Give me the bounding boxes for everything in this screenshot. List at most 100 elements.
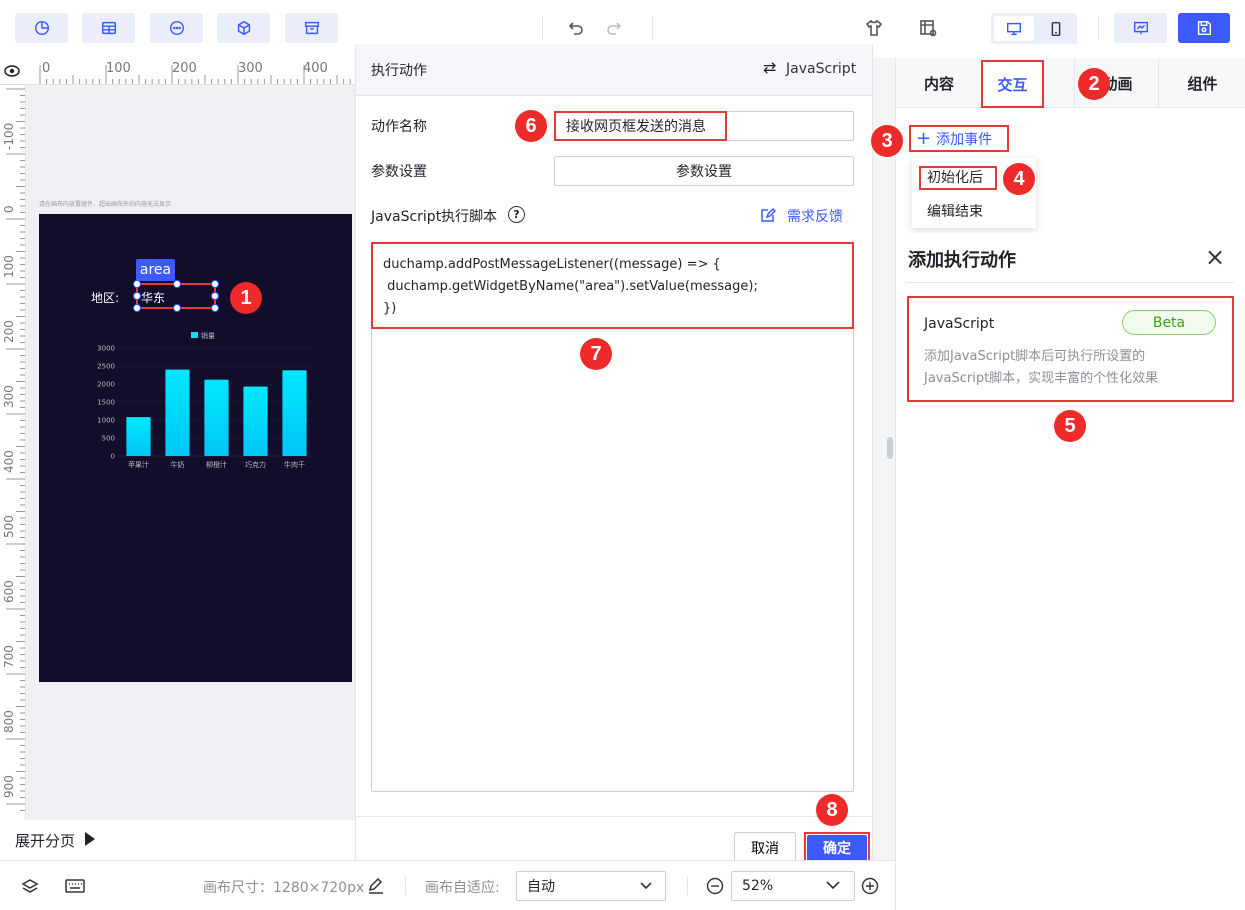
script-editor[interactable]: duchamp.addPostMessageListener((message)…: [371, 242, 854, 792]
table-icon[interactable]: [82, 13, 135, 43]
chart-icon[interactable]: [15, 13, 68, 43]
action-name-label: 动作名称: [371, 119, 427, 135]
script-label: JavaScript执行脚本: [371, 209, 498, 225]
caret-right-icon[interactable]: [85, 832, 95, 846]
y-tick-label: 0: [111, 453, 115, 461]
theme-icon[interactable]: [860, 14, 888, 42]
expand-pages-bar[interactable]: 展开分页: [0, 820, 355, 860]
resize-handle[interactable]: [133, 280, 141, 288]
desktop-icon[interactable]: [994, 16, 1034, 41]
zoom-out-icon[interactable]: [706, 877, 724, 895]
switch-icon[interactable]: ⇄: [763, 58, 776, 77]
legend-label: 销量: [201, 331, 215, 340]
resize-handle[interactable]: [211, 304, 219, 312]
resize-handle[interactable]: [173, 280, 181, 288]
more-icon[interactable]: [150, 13, 203, 43]
x-tick-label: 苹果汁: [128, 460, 149, 469]
resize-handle[interactable]: [211, 280, 219, 288]
step-marker-2: 2: [1078, 68, 1110, 100]
x-tick-label: 牛肉干: [284, 460, 305, 469]
ruler-label: 400: [2, 450, 16, 473]
y-tick-label: 500: [102, 435, 115, 443]
zoom-value: 52%: [742, 878, 774, 894]
cancel-button[interactable]: 取消: [734, 832, 796, 863]
tab-component[interactable]: 组件: [1158, 58, 1245, 108]
tab-interaction[interactable]: 交互: [981, 60, 1044, 108]
menu-item-after-init[interactable]: 初始化后: [919, 166, 997, 190]
action-name-input[interactable]: 接收网页框发送的消息: [554, 111, 854, 141]
resize-handle[interactable]: [133, 292, 141, 300]
feedback-link[interactable]: 需求反馈: [787, 206, 843, 226]
javascript-action-card[interactable]: JavaScript Beta 添加JavaScript脚本后可执行所设置的 J…: [907, 296, 1234, 402]
ruler-label: 200: [172, 61, 197, 76]
step-marker-1: 1: [230, 282, 262, 314]
save-icon[interactable]: [1178, 13, 1230, 43]
ruler-label: 300: [238, 61, 263, 76]
ruler-label: 700: [2, 645, 16, 668]
bar: [126, 417, 151, 456]
add-event-button[interactable]: + 添加事件: [909, 125, 1009, 152]
dashboard-canvas[interactable]: area 地区: 华东 1 销量 3000 2500 2000 1500 1000 500 0…: [39, 214, 352, 682]
step-marker-3: 3: [871, 125, 903, 157]
legend-swatch: [191, 332, 198, 338]
tab-content[interactable]: 内容: [896, 58, 982, 108]
keyboard-icon[interactable]: [65, 878, 85, 896]
script-code-block: duchamp.addPostMessageListener((message)…: [371, 242, 854, 329]
expand-pages-label: 展开分页: [15, 832, 76, 850]
ruler-label: 500: [2, 515, 16, 538]
step-marker-4: 4: [1003, 163, 1035, 195]
vertical-ruler: -100 0 100 200 300 400 500 600 700 800 9…: [0, 85, 26, 820]
y-tick-label: 3000: [97, 345, 115, 353]
resize-handle[interactable]: [133, 304, 141, 312]
splitter-handle[interactable]: [887, 437, 893, 459]
section-divider: [906, 282, 1234, 283]
bar: [204, 379, 229, 456]
zoom-select[interactable]: 52%: [731, 871, 855, 901]
undo-icon[interactable]: [561, 14, 589, 42]
mobile-icon[interactable]: [1037, 16, 1074, 41]
close-icon[interactable]: ×: [1205, 243, 1225, 271]
action-name-value: 接收网页框发送的消息: [554, 111, 727, 141]
layers-icon[interactable]: [20, 877, 40, 897]
confirm-button[interactable]: 确定: [807, 835, 867, 861]
step-marker-8: 8: [816, 794, 848, 826]
code-line: duchamp.addPostMessageListener((message)…: [383, 257, 721, 272]
resize-handle[interactable]: [211, 292, 219, 300]
archive-icon[interactable]: [285, 13, 338, 43]
region-select-widget[interactable]: 华东: [133, 280, 219, 312]
menu-item-edit-end[interactable]: 编辑结束: [927, 201, 983, 221]
zoom-in-icon[interactable]: [861, 877, 879, 895]
chevron-down-icon: [826, 878, 840, 896]
ruler-label: 300: [2, 385, 16, 408]
param-label: 参数设置: [371, 164, 427, 180]
code-line: }): [383, 301, 397, 316]
toolbar-divider: [652, 16, 653, 40]
preview-icon[interactable]: [1114, 13, 1167, 43]
bar-chart[interactable]: 销量 3000 2500 2000 1500 1000 500 0 苹果汁 牛奶 柳橙汁 巧克力 牛肉干: [84, 327, 324, 477]
add-event-label: 添加事件: [936, 131, 993, 148]
edit-icon[interactable]: [367, 877, 385, 895]
y-tick-label: 1000: [97, 417, 115, 425]
edit-feedback-icon[interactable]: [760, 207, 777, 223]
adapt-select[interactable]: 自动: [516, 871, 666, 901]
panel-title: 执行动作: [371, 63, 427, 79]
ruler-label: -100: [2, 122, 16, 150]
cube-icon[interactable]: [217, 13, 270, 43]
divider: [405, 877, 406, 895]
ruler-label: 600: [2, 580, 16, 603]
help-icon[interactable]: ?: [508, 206, 525, 223]
ruler-label: 100: [2, 255, 16, 278]
divider: [687, 877, 688, 895]
redo-icon[interactable]: [601, 14, 629, 42]
code-line: duchamp.getWidgetByName("area").setValue…: [383, 279, 758, 294]
grid-settings-icon[interactable]: [914, 14, 942, 42]
bottom-status-bar: 画布尺寸：1280×720px 画布自适应: 自动 52%: [0, 860, 895, 910]
adapt-value: 自动: [527, 879, 555, 895]
param-settings-button[interactable]: 参数设置: [554, 156, 854, 186]
toolbar-divider: [542, 16, 543, 40]
eye-icon[interactable]: [4, 64, 20, 78]
beta-badge: Beta: [1122, 310, 1216, 335]
resize-handle[interactable]: [173, 304, 181, 312]
switch-mode-label[interactable]: JavaScript: [786, 61, 856, 77]
horizontal-ruler: 0 100 200 300 400: [0, 58, 355, 85]
